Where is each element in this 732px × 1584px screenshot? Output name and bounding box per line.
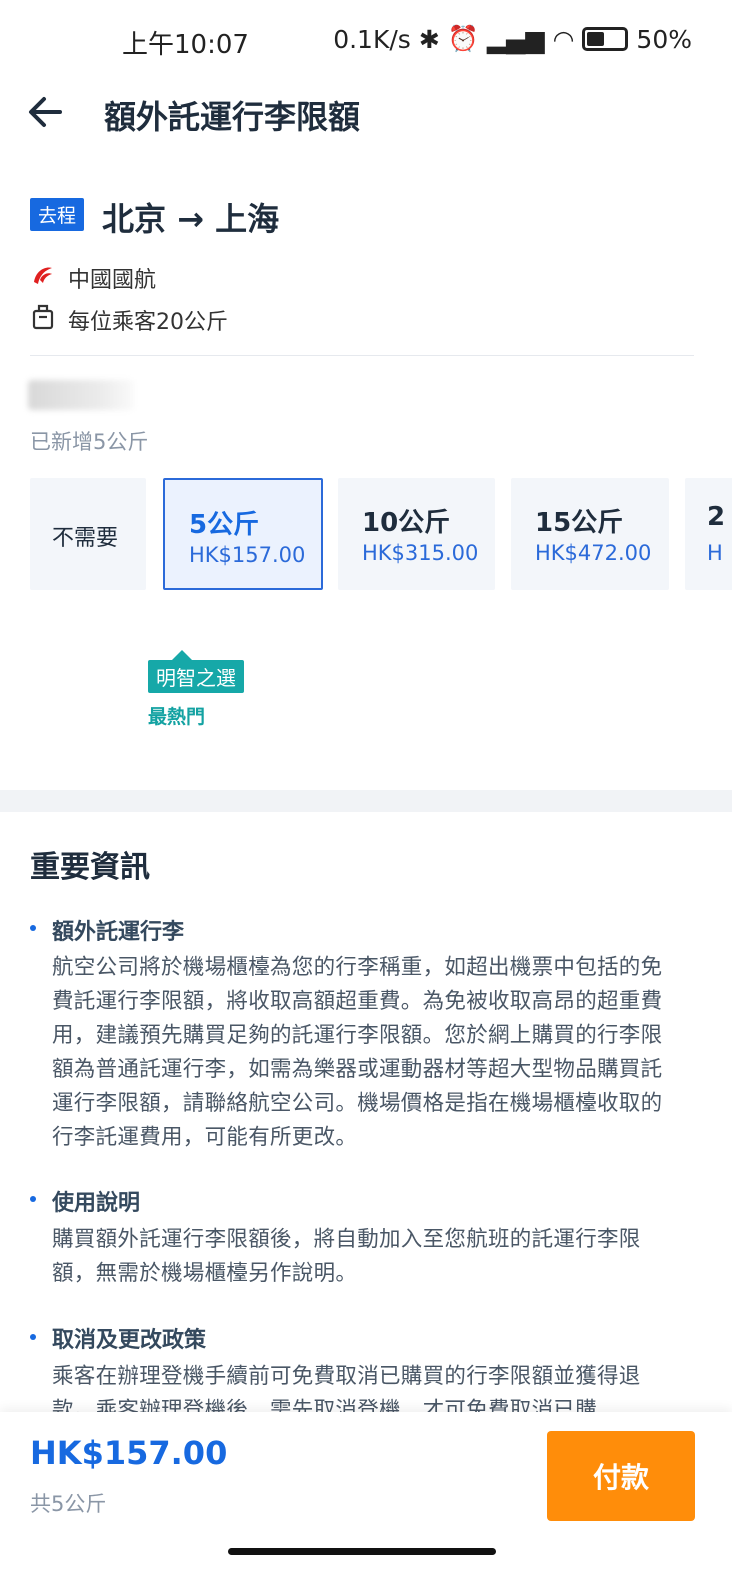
- bluetooth-icon: ✱: [418, 24, 440, 54]
- total-price: HK$157.00: [30, 1434, 228, 1472]
- alarm-icon: ⏰: [447, 24, 479, 53]
- info-title: 重要資訊: [30, 850, 150, 885]
- recommend-tag: 明智之選: [148, 660, 244, 693]
- option-10kg[interactable]: 10公斤 HK$315.00: [338, 478, 495, 590]
- option-weight: 15公斤: [535, 508, 624, 538]
- added-weight-text: 已新增5公斤: [30, 430, 149, 454]
- signal-icon: ▂▄▆: [486, 24, 545, 54]
- page-title: 額外託運行李限額: [104, 98, 361, 136]
- battery-percent: 50%: [636, 24, 692, 54]
- info-heading: 使用說明: [52, 1191, 141, 1216]
- battery-icon: [582, 27, 629, 51]
- info-heading: 額外託運行李: [52, 920, 185, 945]
- total-weight: 共5公斤: [30, 1492, 107, 1516]
- wifi-icon: ◠: [552, 24, 575, 54]
- status-time: 上午10:07: [122, 30, 249, 60]
- tag-pointer: [172, 650, 192, 660]
- option-price: H: [707, 541, 723, 565]
- option-none-label: 不需要: [52, 526, 119, 551]
- divider: [30, 355, 694, 356]
- option-price: HK$157.00: [189, 543, 306, 567]
- option-15kg[interactable]: 15公斤 HK$472.00: [511, 478, 669, 590]
- bullet-icon: [30, 925, 36, 931]
- luggage-icon: [32, 304, 54, 330]
- option-5kg[interactable]: 5公斤 HK$157.00: [163, 478, 323, 590]
- network-speed: 0.1K/s: [333, 24, 411, 54]
- back-arrow-icon: [29, 97, 62, 127]
- option-weight: 2: [707, 502, 726, 532]
- option-price: HK$472.00: [535, 541, 652, 565]
- bullet-icon: [30, 1196, 36, 1202]
- bullet-icon: [30, 1334, 36, 1340]
- popular-label: 最熱門: [148, 706, 206, 728]
- option-20kg-partial[interactable]: 2 H: [685, 478, 732, 590]
- option-none[interactable]: 不需要: [30, 478, 146, 590]
- back-button[interactable]: [24, 90, 68, 134]
- info-heading: 取消及更改政策: [52, 1328, 207, 1353]
- air-china-logo-icon: [34, 267, 52, 284]
- flight-route: 北京 → 上海: [102, 200, 280, 238]
- status-bar: 上午10:07 0.1K/s ✱ ⏰ ▂▄▆ ◠ 50%: [0, 0, 732, 78]
- baggage-allowance: 每位乘客20公斤: [68, 310, 228, 335]
- direction-badge: 去程: [30, 198, 85, 231]
- status-right: 0.1K/s ✱ ⏰ ▂▄▆ ◠ 50%: [333, 24, 692, 54]
- passenger-name-blurred: [28, 380, 134, 410]
- option-price: HK$315.00: [362, 541, 479, 565]
- airline-name: 中國國航: [68, 268, 157, 293]
- info-body: 航空公司將於機場櫃檯為您的行李稱重，如超出機票中包括的免費託運行李限額，將收取高…: [52, 955, 663, 1150]
- info-body: 乘客在辦理登機手續前可免費取消已購買的行李限額並獲得退款。乘客辦理登機後，需先取…: [52, 1364, 641, 1412]
- pay-button[interactable]: 付款: [547, 1431, 695, 1521]
- info-body: 購買額外託運行李限額後，將自動加入至您航班的託運行李限額，無需於機場櫃檯另作說明…: [52, 1227, 641, 1286]
- option-weight: 5公斤: [189, 510, 260, 540]
- option-weight: 10公斤: [362, 508, 451, 538]
- section-separator: [0, 790, 732, 812]
- home-indicator[interactable]: [228, 1548, 496, 1555]
